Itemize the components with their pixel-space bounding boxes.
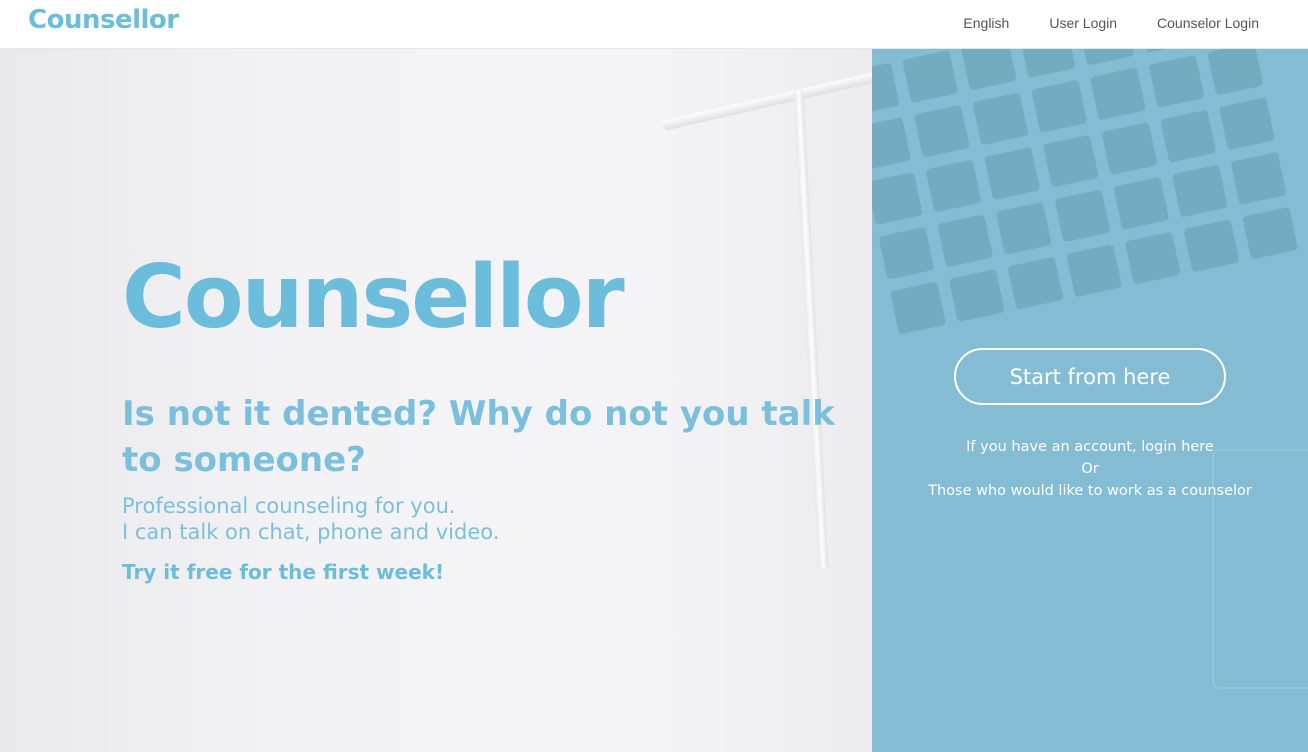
keyboard-background-image bbox=[872, 49, 1308, 483]
hero-description: Professional counseling for you. I can t… bbox=[122, 493, 822, 545]
header-nav: English User Login Counselor Login bbox=[923, 15, 1259, 31]
description-line-1: Professional counseling for you. bbox=[122, 494, 456, 518]
counselor-signup-link[interactable]: Those who would like to work as a counse… bbox=[872, 480, 1308, 502]
hero-section: Counsellor Is not it dented? Why do not … bbox=[0, 49, 872, 752]
start-button[interactable]: Start from here bbox=[954, 348, 1226, 405]
panel-links: If you have an account, login here Or Th… bbox=[872, 436, 1308, 502]
or-separator: Or bbox=[1081, 461, 1099, 477]
language-selector[interactable]: English bbox=[963, 15, 1009, 31]
account-login-link[interactable]: If you have an account, login here bbox=[872, 436, 1308, 458]
hero-title: Counsellor bbox=[122, 246, 625, 348]
user-login-link[interactable]: User Login bbox=[1049, 15, 1117, 31]
top-navigation-bar: Counsellor English User Login Counselor … bbox=[0, 0, 1308, 49]
pen-cap-decoration bbox=[661, 67, 872, 131]
description-line-2: I can talk on chat, phone and video. bbox=[122, 520, 500, 544]
signup-panel: Start from here If you have an account, … bbox=[872, 49, 1308, 752]
free-trial-text: Try it free for the first week! bbox=[122, 560, 445, 584]
brand-logo[interactable]: Counsellor bbox=[28, 5, 179, 35]
counselor-login-link[interactable]: Counselor Login bbox=[1157, 15, 1259, 31]
hero-question: Is not it dented? Why do not you talk to… bbox=[122, 394, 835, 480]
